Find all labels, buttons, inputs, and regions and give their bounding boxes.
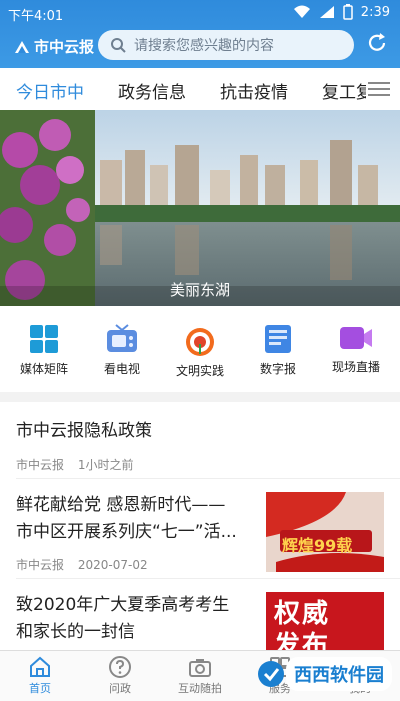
question-icon <box>109 656 131 678</box>
top-header: 下午4:01 2:39 市中云报 请搜索您感兴趣的内容 <box>0 0 400 68</box>
quick-media-matrix[interactable]: 媒体矩阵 <box>4 324 84 377</box>
banner-carousel[interactable]: 美丽东湖 <box>0 110 400 306</box>
news-list: 市中云报隐私政策 市中云报 1小时之前 鲜花献给党 感恩新时代—— 市中区开展系… <box>0 402 400 650</box>
thumb-text: 权威发布 <box>274 599 331 650</box>
article-meta: 市中云报 2020-07-02 <box>16 556 158 573</box>
nav-label: 首页 <box>29 682 51 695</box>
search-icon <box>111 38 126 53</box>
nav-interactive-photo[interactable]: 互动随拍 <box>165 655 235 696</box>
quick-label: 数字报 <box>259 362 296 376</box>
article-title-line2: 和家长的一封信 <box>16 622 135 642</box>
nav-label: 互动随拍 <box>178 682 222 695</box>
video-icon <box>340 327 372 349</box>
signal-icon <box>319 6 334 18</box>
logo-icon <box>15 40 29 53</box>
tab-epidemic[interactable]: 抗击疫情 <box>220 78 288 103</box>
list-item[interactable]: 市中云报隐私政策 市中云报 1小时之前 <box>0 402 400 486</box>
status-time: 下午4:01 <box>8 9 64 24</box>
quick-civilization-practice[interactable]: 文明实践 <box>160 324 240 379</box>
article-meta: 市中云报 1小时之前 <box>16 456 143 473</box>
article-thumbnail: 辉煌99载 <box>266 492 384 572</box>
quick-label: 现场直播 <box>331 360 380 374</box>
home-icon <box>30 656 50 677</box>
fan-logo-icon <box>186 328 214 356</box>
watermark-text: 西西软件园 <box>286 657 392 691</box>
quick-live-broadcast[interactable]: 现场直播 <box>316 324 396 375</box>
article-time: 1小时之前 <box>77 458 134 472</box>
tv-icon <box>107 324 137 352</box>
quick-label: 看电视 <box>103 362 140 376</box>
quick-digital-newspaper[interactable]: 数字报 <box>238 324 318 377</box>
quick-label: 媒体矩阵 <box>19 362 68 376</box>
list-item[interactable]: 鲜花献给党 感恩新时代—— 市中区开展系列庆“七一”活... 市中云报 2020… <box>0 478 400 578</box>
battery-icon <box>343 4 353 20</box>
camera-icon <box>189 659 211 677</box>
thumb-text: 辉煌99载 <box>282 536 353 555</box>
article-title-line1: 鲜花献给党 感恩新时代—— <box>16 495 226 515</box>
article-title-line2: 市中区开展系列庆“七一”活... <box>16 522 237 542</box>
quick-entry-bar: 媒体矩阵 看电视 文明实践 数字报 现场直播 <box>0 306 400 392</box>
article-source: 市中云报 <box>16 558 65 572</box>
article-title: 致2020年广大夏季高考考生 和家长的一封信 <box>16 592 229 646</box>
quick-watch-tv[interactable]: 看电视 <box>82 324 162 377</box>
search-placeholder: 请搜索您感兴趣的内容 <box>134 38 274 54</box>
article-time: 2020-07-02 <box>77 558 148 572</box>
status-bar: 下午4:01 2:39 <box>0 0 400 26</box>
tab-today-shizhong[interactable]: 今日市中 <box>16 78 84 103</box>
article-source: 市中云报 <box>16 458 65 472</box>
list-item[interactable]: 致2020年广大夏季高考考生 和家长的一封信 权威发布 <box>0 578 400 650</box>
article-title: 市中云报隐私政策 <box>16 421 152 441</box>
article-thumbnail: 权威发布 <box>266 592 384 650</box>
watermark: 西西软件园 <box>256 650 392 698</box>
nav-inquiry[interactable]: 问政 <box>85 655 155 696</box>
grid-icon <box>30 325 58 353</box>
watermark-logo-icon <box>258 661 284 687</box>
banner-lake-image <box>0 110 400 306</box>
nav-home[interactable]: 首页 <box>5 655 75 696</box>
newspaper-icon <box>265 325 291 353</box>
tab-government-info[interactable]: 政务信息 <box>118 78 186 103</box>
article-title: 鲜花献给党 感恩新时代—— 市中区开展系列庆“七一”活... <box>16 492 237 546</box>
banner-caption: 美丽东湖 <box>169 281 230 299</box>
brand-name: 市中云报 <box>34 38 95 56</box>
article-title-line1: 致2020年广大夏季高考考生 <box>16 595 230 615</box>
refresh-icon[interactable] <box>366 32 388 54</box>
nav-label: 问政 <box>109 682 131 695</box>
quick-label: 文明实践 <box>175 364 224 378</box>
battery-text: 2:39 <box>360 4 390 20</box>
wifi-icon <box>293 5 310 18</box>
tabs-menu-icon[interactable] <box>366 78 392 100</box>
brand-logo: 市中云报 <box>14 36 94 57</box>
search-input[interactable]: 请搜索您感兴趣的内容 <box>98 30 354 60</box>
channel-tabs: 今日市中 政务信息 抗击疫情 复工复 <box>0 68 400 111</box>
